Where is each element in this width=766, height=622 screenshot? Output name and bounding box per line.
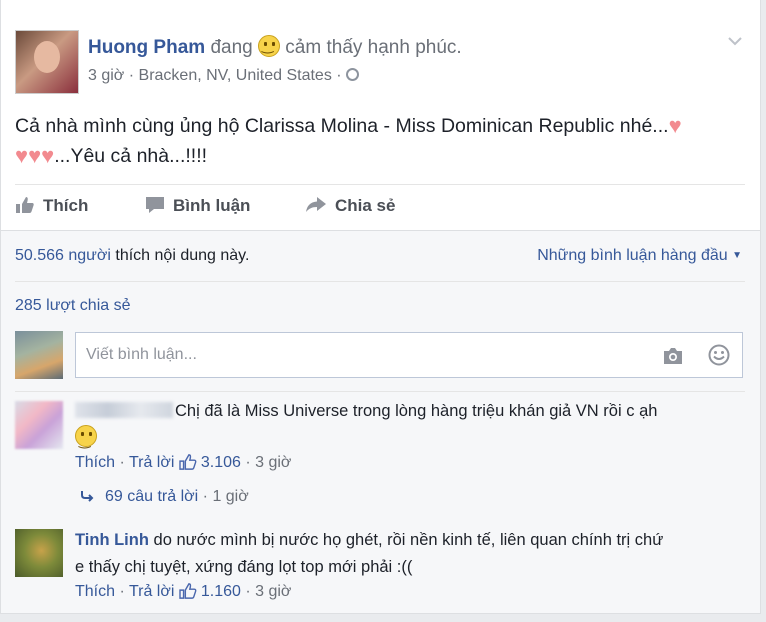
comment-actions: Thích · Trả lời 3.106 · 3 giờ bbox=[75, 454, 292, 471]
share-count-link[interactable]: 285 lượt chia sẻ bbox=[15, 297, 130, 315]
comment-reply-link[interactable]: Trả lời bbox=[129, 454, 174, 471]
chevron-down-icon[interactable] bbox=[728, 34, 742, 48]
commenter-name-blurred[interactable] bbox=[75, 402, 173, 418]
comment-body: Chị đã là Miss Universe trong lòng hàng … bbox=[75, 398, 745, 454]
divider bbox=[15, 391, 745, 392]
post-header: Huong Pham đang cảm thấy hạnh phúc. bbox=[88, 35, 462, 59]
comment-actions: Thích · Trả lời 1.160 · 3 giờ bbox=[75, 583, 292, 600]
emoji-icon[interactable] bbox=[708, 344, 730, 366]
current-user-avatar bbox=[15, 331, 63, 379]
thumbs-up-icon bbox=[179, 454, 197, 470]
divider bbox=[1, 230, 760, 231]
post-card: Huong Pham đang cảm thấy hạnh phúc. 3 gi… bbox=[0, 0, 761, 614]
share-button[interactable]: Chia sẻ bbox=[305, 196, 395, 216]
comment-icon bbox=[146, 197, 164, 213]
camera-icon[interactable] bbox=[662, 347, 684, 365]
commenter-avatar[interactable] bbox=[15, 401, 63, 449]
globe-icon[interactable] bbox=[346, 68, 360, 81]
comment-sort-dropdown[interactable]: Những bình luận hàng đầu ▼ bbox=[537, 247, 742, 265]
post-text: Cả nhà mình cùng ủng hộ Clarissa Molina … bbox=[15, 111, 750, 171]
thumbs-up-icon bbox=[16, 197, 34, 213]
share-arrow-icon bbox=[306, 197, 326, 212]
comment-like-count[interactable]: 3.106 bbox=[179, 454, 241, 471]
comment-input[interactable] bbox=[84, 345, 648, 365]
smiley-icon bbox=[258, 35, 281, 57]
thumbs-up-icon bbox=[179, 583, 197, 599]
author-avatar[interactable] bbox=[15, 30, 79, 94]
view-replies[interactable]: 69 câu trả lời · 1 giờ bbox=[81, 488, 249, 506]
comment-button[interactable]: Bình luận bbox=[145, 196, 250, 216]
smiley-icon bbox=[75, 425, 97, 454]
reply-time: 1 giờ bbox=[212, 488, 249, 505]
comment-like-count[interactable]: 1.160 bbox=[179, 583, 241, 600]
like-button[interactable]: Thích bbox=[15, 196, 88, 216]
commenter-avatar[interactable] bbox=[15, 529, 63, 577]
comment-like-link[interactable]: Thích bbox=[75, 583, 115, 600]
comment-composer[interactable] bbox=[75, 332, 743, 378]
like-count-link[interactable]: 50.566 người bbox=[15, 247, 111, 264]
divider bbox=[15, 184, 745, 185]
post-location[interactable]: Bracken, NV, United States bbox=[139, 67, 332, 84]
comment-reply-link[interactable]: Trả lời bbox=[129, 583, 174, 600]
comment-like-link[interactable]: Thích bbox=[75, 454, 115, 471]
author-name[interactable]: Huong Pham bbox=[88, 37, 205, 58]
comment-time[interactable]: 3 giờ bbox=[255, 583, 291, 600]
commenter-name[interactable]: Tinh Linh bbox=[75, 531, 149, 549]
comment-time[interactable]: 3 giờ bbox=[255, 454, 291, 471]
status-feeling: cảm thấy hạnh phúc. bbox=[285, 37, 462, 58]
heart-icon: ♥ bbox=[668, 113, 682, 138]
post-time[interactable]: 3 giờ bbox=[88, 67, 124, 84]
status-prefix: đang bbox=[210, 37, 253, 58]
heart-icon: ♥♥♥ bbox=[15, 143, 55, 168]
divider bbox=[15, 281, 745, 282]
like-summary: 50.566 người thích nội dung này. bbox=[15, 247, 250, 264]
post-meta: 3 giờ · Bracken, NV, United States · bbox=[88, 67, 360, 85]
comment-body: Tinh Linh do nước mình bị nước họ ghét, … bbox=[75, 531, 664, 576]
reply-arrow-icon bbox=[81, 491, 94, 502]
caret-down-icon: ▼ bbox=[732, 250, 742, 261]
